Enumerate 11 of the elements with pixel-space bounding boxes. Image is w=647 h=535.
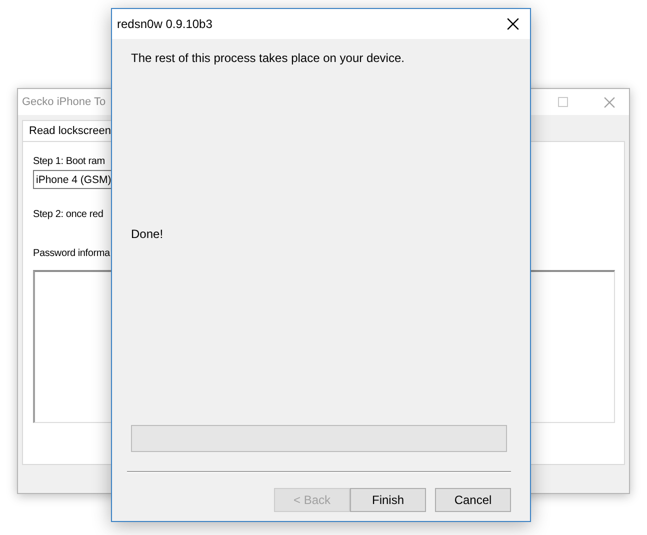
close-icon xyxy=(507,18,519,30)
wizard-button[interactable]: Finish xyxy=(350,488,426,512)
close-icon xyxy=(604,96,615,108)
window-title: redsn0w 0.9.10b3 xyxy=(117,17,212,31)
status-text: Done! xyxy=(131,227,164,242)
window-title: Gecko iPhone To xyxy=(22,96,106,108)
password-label: Password informa xyxy=(33,248,110,259)
step-label: Step 1: Boot ram xyxy=(33,156,105,167)
instruction-text: The rest of this process takes place on your device. xyxy=(131,51,404,66)
wizard-button[interactable]: Cancel xyxy=(435,488,511,512)
step-label: Step 2: once red xyxy=(33,209,104,220)
